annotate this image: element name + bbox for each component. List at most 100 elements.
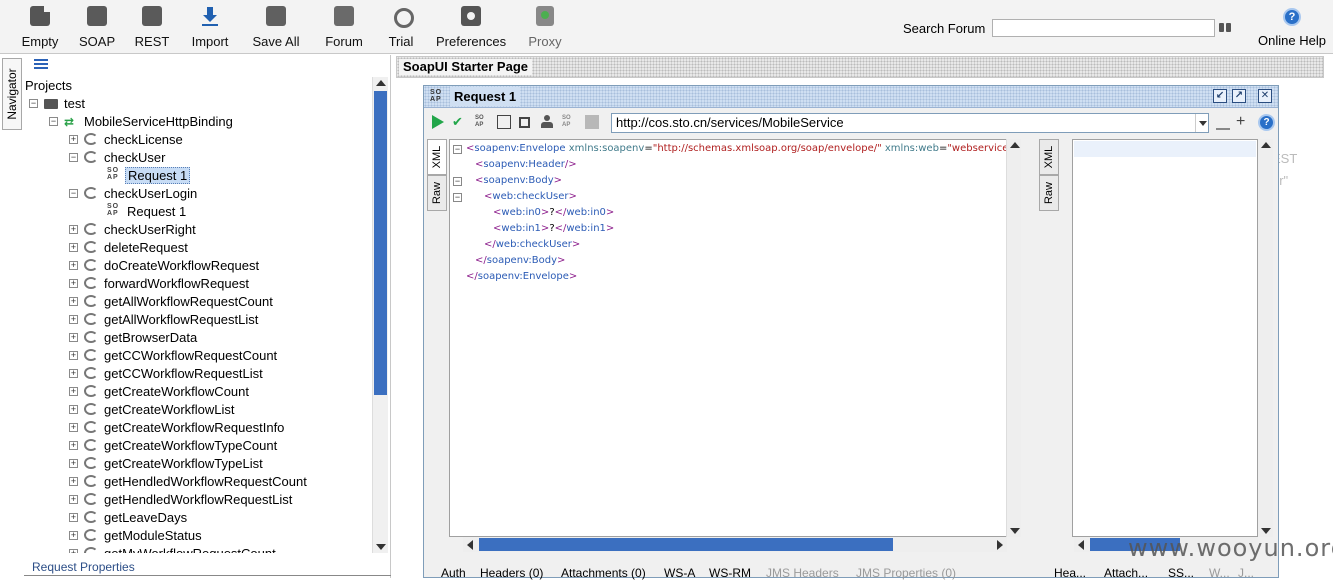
tree-node-operation[interactable]: + getHendledWorkflowRequestCount (24, 473, 372, 491)
scroll-up-icon[interactable] (1010, 142, 1020, 148)
soap-button[interactable]: SOAP (79, 6, 115, 50)
empty-button[interactable]: Empty (20, 6, 60, 50)
tree-node-operation[interactable]: + deleteRequest (24, 239, 372, 257)
add-assertion-icon[interactable]: ✔ (452, 115, 466, 129)
response-vertical-scrollbar[interactable] (1258, 139, 1273, 537)
fold-icon[interactable]: − (453, 193, 462, 202)
expand-icon[interactable]: + (69, 243, 78, 252)
expand-icon[interactable]: + (69, 441, 78, 450)
scroll-up-icon[interactable] (1261, 142, 1271, 148)
tree-node-operation[interactable]: + getCreateWorkflowTypeCount (24, 437, 372, 455)
xml-tab[interactable]: XML (427, 139, 447, 175)
expand-icon[interactable]: + (69, 459, 78, 468)
scroll-down-icon[interactable] (376, 544, 386, 550)
soap-request-icon[interactable]: SO AP (475, 115, 489, 129)
tree-node-operation[interactable]: − checkUserLogin (24, 185, 372, 203)
tree-node-operation[interactable]: + getAllWorkflowRequestList (24, 311, 372, 329)
response-editor[interactable] (1072, 139, 1258, 537)
plus-icon[interactable]: + (1236, 114, 1250, 130)
user-icon[interactable] (540, 115, 554, 129)
starter-page-titlebar[interactable]: SoapUI Starter Page (396, 56, 1324, 78)
request-xml-editor[interactable]: − <soapenv:Envelope xmlns:soapenv="http:/… (449, 139, 1021, 537)
tree-node-operation[interactable]: + getHendledWorkflowRequestList (24, 491, 372, 509)
tree-node-operation[interactable]: + getMyWorkflowRequestCount (24, 545, 372, 553)
collapse-icon[interactable]: − (69, 189, 78, 198)
tree-node-operation[interactable]: + getModuleStatus (24, 527, 372, 545)
scroll-down-icon[interactable] (1010, 528, 1020, 534)
expand-icon[interactable]: + (69, 423, 78, 432)
import-button[interactable]: Import (188, 6, 232, 50)
request-properties-tab[interactable]: Request Properties (32, 560, 135, 574)
maximize-icon[interactable]: ↗ (1232, 89, 1246, 103)
search-forum-input[interactable] (992, 19, 1215, 37)
minimize-icon[interactable]: ↙ (1213, 89, 1227, 103)
expand-icon[interactable]: + (69, 351, 78, 360)
tree-node-project[interactable]: − test (24, 95, 372, 113)
tree-node-operation[interactable]: + getCCWorkflowRequestList (24, 365, 372, 383)
list-view-icon[interactable] (34, 59, 48, 70)
trial-button[interactable]: Trial (385, 6, 417, 50)
endpoint-dropdown-icon[interactable] (1195, 114, 1209, 132)
fold-icon[interactable]: − (453, 145, 462, 154)
fold-icon[interactable]: − (453, 177, 462, 186)
response-raw-tab[interactable]: Raw (1039, 175, 1059, 211)
response-xml-tab[interactable]: XML (1039, 139, 1059, 175)
expand-icon[interactable]: + (69, 315, 78, 324)
raw-tab[interactable]: Raw (427, 175, 447, 211)
preferences-button[interactable]: Preferences (436, 6, 506, 50)
tree-node-operation[interactable]: + getAllWorkflowRequestCount (24, 293, 372, 311)
tree-node-operation[interactable]: + checkUserRight (24, 221, 372, 239)
expand-icon[interactable]: + (69, 513, 78, 522)
scroll-thumb[interactable] (374, 91, 387, 395)
scroll-up-icon[interactable] (376, 80, 386, 86)
collapse-icon[interactable]: − (49, 117, 58, 126)
submit-request-icon[interactable] (432, 115, 444, 129)
endpoint-url-combobox[interactable]: http://cos.sto.cn/services/MobileService (611, 113, 1209, 133)
scroll-left-icon[interactable] (467, 540, 473, 550)
tree-node-operation[interactable]: + checkLicense (24, 131, 372, 149)
tree-vertical-scrollbar[interactable] (372, 77, 388, 553)
expand-icon[interactable]: + (69, 369, 78, 378)
forum-button[interactable]: Forum (323, 6, 365, 50)
expand-icon[interactable]: + (69, 297, 78, 306)
navigator-tab[interactable]: Navigator (2, 58, 22, 130)
tree-node-operation[interactable]: + getCCWorkflowRequestCount (24, 347, 372, 365)
expand-icon[interactable]: + (69, 405, 78, 414)
save-all-button[interactable]: Save All (252, 6, 300, 50)
scroll-thumb[interactable] (479, 538, 893, 551)
expand-icon[interactable]: + (69, 261, 78, 270)
request-titlebar[interactable]: SO AP Request 1 ↙ ↗ ✕ (424, 86, 1278, 108)
close-icon[interactable]: ✕ (1258, 89, 1272, 103)
tree-node-request[interactable]: SO AP Request 1 (24, 167, 372, 185)
rest-button[interactable]: REST (134, 6, 170, 50)
tree-node-request[interactable]: SO AP Request 1 (24, 203, 372, 221)
tree-node-operation[interactable]: + getLeaveDays (24, 509, 372, 527)
tree-node-operation[interactable]: − checkUser (24, 149, 372, 167)
xml-vertical-scrollbar[interactable] (1006, 139, 1021, 537)
xml-horizontal-scrollbar[interactable] (463, 537, 1007, 552)
wsdl-icon[interactable]: SO AP (562, 115, 576, 129)
expand-icon[interactable]: + (69, 477, 78, 486)
expand-icon[interactable]: + (69, 333, 78, 342)
online-help-button[interactable]: ? Online Help (1256, 8, 1328, 48)
collapse-icon[interactable]: − (29, 99, 38, 108)
stop-icon[interactable] (519, 117, 530, 128)
tree-node-operation[interactable]: + getCreateWorkflowCount (24, 383, 372, 401)
expand-icon[interactable]: + (69, 135, 78, 144)
request-help-icon[interactable]: ? (1258, 114, 1275, 131)
expand-icon[interactable]: + (69, 495, 78, 504)
project-tree[interactable]: Projects − test − ⇄ MobileServiceHttpBinding… (24, 77, 372, 553)
tree-node-operation[interactable]: + getCreateWorkflowRequestInfo (24, 419, 372, 437)
expand-icon[interactable]: + (69, 531, 78, 540)
expand-icon[interactable]: + (69, 279, 78, 288)
tree-node-operation[interactable]: + getCreateWorkflowList (24, 401, 372, 419)
binoculars-search-icon[interactable] (1219, 21, 1231, 33)
tree-node-operation[interactable]: + doCreateWorkflowRequest (24, 257, 372, 275)
scroll-right-icon[interactable] (997, 540, 1003, 550)
tree-node-operation[interactable]: + forwardWorkflowRequest (24, 275, 372, 293)
expand-icon[interactable]: + (69, 225, 78, 234)
format-icon[interactable] (497, 115, 511, 129)
collapse-icon[interactable]: − (69, 153, 78, 162)
projects-root[interactable]: Projects (25, 77, 72, 95)
tree-node-operation[interactable]: + getBrowserData (24, 329, 372, 347)
